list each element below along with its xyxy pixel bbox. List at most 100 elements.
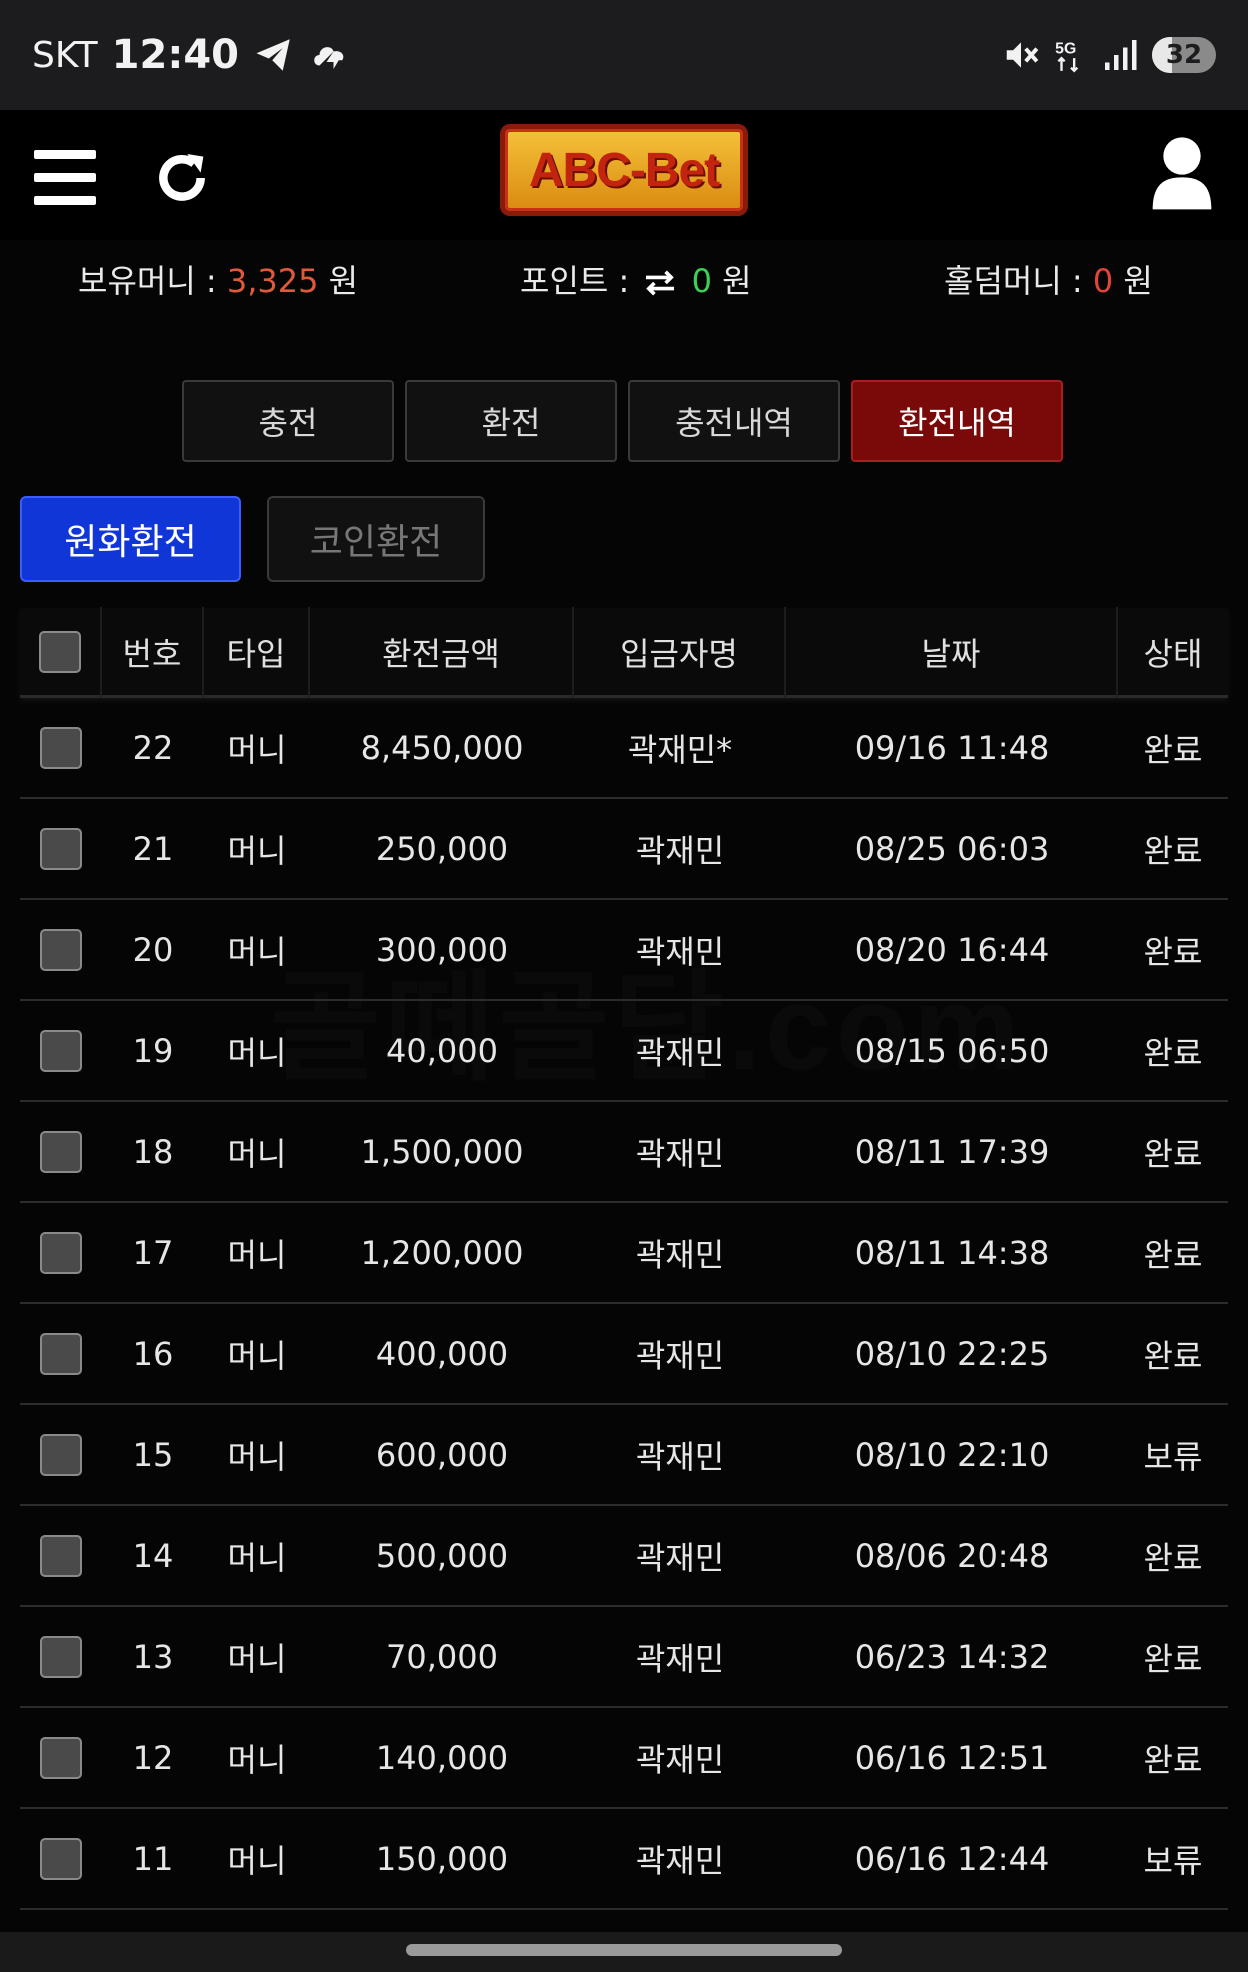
refresh-icon[interactable] (150, 146, 214, 210)
row-checkbox-cell (20, 1534, 102, 1577)
cell-type: 머니 (227, 1336, 287, 1375)
row-checkbox[interactable] (40, 726, 82, 769)
cell-depositor: 곽재민 (635, 1538, 725, 1577)
status-bar-left: SKT 12:40 (32, 32, 351, 78)
cell-type: 머니 (227, 1841, 287, 1880)
money-unit: 원 (328, 262, 359, 300)
cell-number: 12 (132, 1738, 174, 1777)
user-icon[interactable] (1150, 134, 1214, 210)
table-row[interactable]: 12 머니 140,000 곽재민 06/16 12:51 완료 (20, 1708, 1228, 1809)
telegram-icon (256, 39, 290, 71)
header-number: 번호 (102, 606, 204, 697)
network-5g-icon: 5G (1055, 40, 1079, 73)
cell-depositor: 곽재민 (635, 1336, 725, 1375)
row-checkbox-cell (20, 1029, 102, 1072)
table-body: 22 머니 8,450,000 곽재민* 09/16 11:48 완료 21 머니 250,00… (20, 698, 1228, 1910)
table-row[interactable]: 21 머니 250,000 곽재민 08/25 06:03 완료 (20, 799, 1228, 900)
table-row[interactable]: 17 머니 1,200,000 곽재민 08/11 14:38 완료 (20, 1203, 1228, 1304)
subtab-krw-withdraw[interactable]: 원화환전 (20, 496, 241, 582)
cell-type: 머니 (227, 1437, 287, 1476)
row-checkbox-cell (20, 1837, 102, 1880)
point-value: 0 (691, 262, 712, 300)
holdem-balance: 홀덤머니 : 0 원 (944, 256, 1153, 302)
cell-depositor: 곽재민 (635, 932, 725, 971)
logo[interactable]: ABC-Bet (500, 124, 748, 216)
cell-amount: 1,500,000 (360, 1132, 524, 1171)
cell-status: 완료 (1143, 1538, 1203, 1577)
carrier-label: SKT (32, 34, 98, 76)
cell-status: 완료 (1143, 730, 1203, 769)
cell-amount: 500,000 (375, 1536, 509, 1575)
table-row[interactable]: 20 머니 300,000 곽재민 08/20 16:44 완료 (20, 900, 1228, 1001)
cell-date: 06/23 14:32 (854, 1637, 1050, 1676)
tab-withdraw[interactable]: 환전 (405, 380, 617, 462)
cell-number: 16 (132, 1334, 174, 1373)
home-indicator-bar (0, 1932, 1248, 1972)
cell-amount: 1,200,000 (360, 1233, 524, 1272)
cell-date: 08/25 06:03 (854, 829, 1050, 868)
row-checkbox[interactable] (40, 1736, 82, 1779)
select-all-checkbox[interactable] (39, 630, 81, 673)
table-row[interactable]: 11 머니 150,000 곽재민 06/16 12:44 보류 (20, 1809, 1228, 1910)
row-checkbox[interactable] (40, 1130, 82, 1173)
row-checkbox-cell (20, 1231, 102, 1274)
cell-date: 06/16 12:44 (854, 1839, 1050, 1878)
cell-status: 보류 (1143, 1841, 1203, 1880)
cell-depositor: 곽재민 (635, 1134, 725, 1173)
clock: 12:40 (111, 32, 239, 78)
cell-date: 08/20 16:44 (854, 930, 1050, 969)
row-checkbox[interactable] (40, 1231, 82, 1274)
point-label: 포인트 : (520, 262, 630, 300)
cell-number: 11 (132, 1839, 174, 1878)
cell-status: 완료 (1143, 831, 1203, 870)
table-row[interactable]: 15 머니 600,000 곽재민 08/10 22:10 보류 (20, 1405, 1228, 1506)
row-checkbox[interactable] (40, 1837, 82, 1880)
row-checkbox[interactable] (40, 1534, 82, 1577)
select-all-cell (20, 606, 102, 697)
subtab-coin-withdraw[interactable]: 코인환전 (267, 496, 485, 582)
row-checkbox[interactable] (40, 1029, 82, 1072)
row-checkbox[interactable] (40, 1332, 82, 1375)
cell-amount: 150,000 (375, 1839, 509, 1878)
table-row[interactable]: 22 머니 8,450,000 곽재민* 09/16 11:48 완료 (20, 698, 1228, 799)
table-row[interactable]: 19 머니 40,000 곽재민 08/15 06:50 완료 (20, 1001, 1228, 1102)
table-row[interactable]: 14 머니 500,000 곽재민 08/06 20:48 완료 (20, 1506, 1228, 1607)
row-checkbox[interactable] (40, 1635, 82, 1678)
table-header: 번호 타입 환전금액 입금자명 날짜 상태 (20, 606, 1228, 698)
cell-type: 머니 (227, 932, 287, 971)
cell-number: 22 (132, 728, 174, 767)
table-row[interactable]: 13 머니 70,000 곽재민 06/23 14:32 완료 (20, 1607, 1228, 1708)
cell-amount: 8,450,000 (360, 728, 524, 767)
cell-amount: 400,000 (375, 1334, 509, 1373)
tab-deposit-history[interactable]: 충전내역 (628, 380, 840, 462)
cell-type: 머니 (227, 1235, 287, 1274)
holdem-value: 0 (1092, 262, 1114, 300)
tab-withdraw-history[interactable]: 환전내역 (851, 380, 1063, 462)
row-checkbox[interactable] (40, 827, 82, 870)
app-header: ABC-Bet (0, 110, 1248, 240)
home-indicator[interactable] (406, 1944, 842, 1956)
cell-number: 15 (132, 1435, 174, 1474)
header-status: 상태 (1143, 634, 1203, 673)
row-checkbox-cell (20, 928, 102, 971)
mute-icon (1006, 42, 1039, 68)
cell-type: 머니 (227, 1033, 287, 1072)
cell-amount: 600,000 (375, 1435, 509, 1474)
balance-bar: 보유머니 : 3,325 원 포인트 : 0 원 홀덤머니 : 0 원 (0, 250, 1248, 310)
cell-depositor: 곽재민 (635, 1437, 725, 1476)
swap-icon[interactable] (643, 269, 677, 297)
row-checkbox[interactable] (40, 1433, 82, 1476)
tab-deposit[interactable]: 충전 (182, 380, 394, 462)
cell-number: 17 (132, 1233, 174, 1272)
cell-amount: 40,000 (386, 1031, 498, 1070)
cell-type: 머니 (227, 1639, 287, 1678)
cell-depositor: 곽재민 (635, 831, 725, 870)
row-checkbox-cell (20, 726, 102, 769)
table-row[interactable]: 18 머니 1,500,000 곽재민 08/11 17:39 완료 (20, 1102, 1228, 1203)
header-date: 날짜 (786, 606, 1118, 697)
withdraw-history-table: 번호 타입 환전금액 입금자명 날짜 상태 22 머니 8,450,000 곽재민* 0… (20, 606, 1228, 1910)
battery-level: 32 (1165, 40, 1203, 70)
table-row[interactable]: 16 머니 400,000 곽재민 08/10 22:25 완료 (20, 1304, 1228, 1405)
menu-icon[interactable] (34, 150, 96, 206)
row-checkbox[interactable] (40, 928, 82, 971)
